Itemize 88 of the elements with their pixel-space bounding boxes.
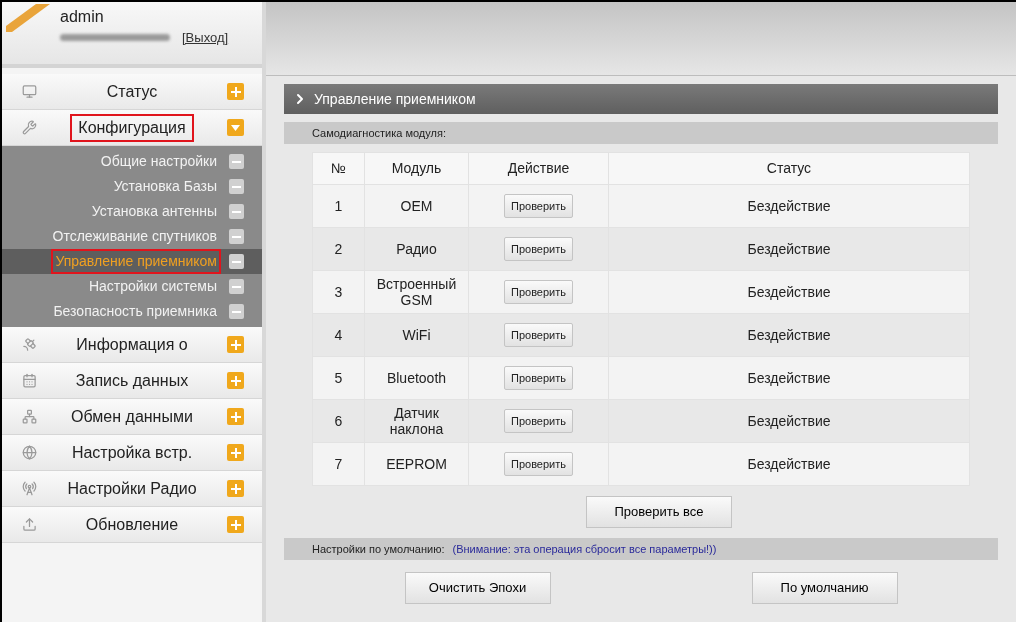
monitor-icon — [22, 84, 37, 99]
collapse-icon[interactable] — [229, 254, 244, 269]
expanded-icon[interactable] — [227, 119, 244, 136]
logout-link[interactable]: [Выход] — [182, 28, 229, 48]
ribbon-icon — [6, 4, 50, 32]
action-button[interactable]: По умолчанию — [751, 572, 898, 604]
expand-icon[interactable] — [227, 480, 244, 497]
check-button[interactable]: Проверить — [504, 409, 573, 433]
collapse-icon[interactable] — [229, 204, 244, 219]
submenu-label: Отслеживание спутников — [51, 227, 218, 246]
submenu-label: Настройки системы — [87, 277, 218, 296]
column-header: Действие — [468, 152, 609, 185]
expand-icon[interactable] — [227, 372, 244, 389]
menu-item[interactable]: Информация о — [2, 327, 262, 363]
menu-item[interactable]: Обмен данными — [2, 399, 262, 435]
check-all-button[interactable]: Проверить все — [586, 496, 732, 528]
table-cell: Бездействие — [608, 313, 970, 357]
menu-item[interactable]: Настройка встр. — [2, 435, 262, 471]
column-header: № — [312, 152, 365, 185]
expand-icon[interactable] — [227, 408, 244, 425]
check-button[interactable]: Проверить — [504, 280, 573, 304]
section-title: Настройки по умолчанию: — [312, 541, 445, 557]
submenu-label: Общие настройки — [99, 152, 218, 171]
menu-item[interactable]: Настройки Радио — [2, 471, 262, 507]
menu-label: Обмен данными — [70, 406, 194, 427]
table-cell: Бездействие — [608, 356, 970, 400]
satellite-icon — [22, 337, 37, 352]
table-cell: Бездействие — [608, 442, 970, 486]
collapse-icon[interactable] — [229, 229, 244, 244]
check-button[interactable]: Проверить — [504, 452, 573, 476]
table-cell: 1 — [312, 184, 365, 228]
table-cell: EEPROM — [364, 442, 469, 486]
table-cell: Бездействие — [608, 399, 970, 443]
submenu-label: Безопасность приемника — [52, 302, 218, 321]
page-title: Управление приемником — [314, 89, 476, 109]
menu-item[interactable]: Обновление — [2, 507, 262, 543]
table-cell: Встроенный GSM — [364, 270, 469, 314]
table-cell: Бездействие — [608, 270, 970, 314]
check-button[interactable]: Проверить — [504, 366, 573, 390]
calendar-icon — [22, 373, 37, 388]
menu-item[interactable]: Статус — [2, 74, 262, 110]
collapse-icon[interactable] — [229, 304, 244, 319]
table-cell: Бездействие — [608, 184, 970, 228]
table-cell: 5 — [312, 356, 365, 400]
table-cell: Датчик наклона — [364, 399, 469, 443]
submenu-label: Установка антенны — [90, 202, 218, 221]
upload-icon — [22, 517, 37, 532]
collapse-icon[interactable] — [229, 154, 244, 169]
table-cell: Бездействие — [608, 227, 970, 271]
user-name: admin — [60, 8, 105, 26]
menu-item[interactable]: Запись данных — [2, 363, 262, 399]
expand-icon[interactable] — [227, 83, 244, 100]
menu-label: Конфигурация — [72, 115, 192, 140]
globe-icon — [22, 445, 37, 460]
section-title: Самодиагностика модуля: — [312, 125, 446, 141]
action-button[interactable]: Очистить Эпохи — [404, 572, 551, 604]
tower-icon — [22, 481, 37, 496]
table-cell: Bluetooth — [364, 356, 469, 400]
table-cell: Радио — [364, 227, 469, 271]
menu-label: Обновление — [84, 514, 180, 535]
check-button[interactable]: Проверить — [504, 194, 573, 218]
table-cell: 7 — [312, 442, 365, 486]
check-button[interactable]: Проверить — [504, 323, 573, 347]
column-header: Статус — [608, 152, 970, 185]
warning-text: (Внимание: эта операция сбросит все параметры!)) — [452, 541, 717, 557]
menu-label: Запись данных — [74, 370, 190, 391]
collapse-icon[interactable] — [229, 279, 244, 294]
submenu-label: Установка Базы — [112, 177, 218, 196]
table-cell: 2 — [312, 227, 365, 271]
table-cell: WiFi — [364, 313, 469, 357]
network-icon — [22, 409, 37, 424]
menu-item[interactable]: Конфигурация — [2, 110, 262, 146]
submenu-label: Управление приемником — [53, 251, 219, 272]
table-cell: OEM — [364, 184, 469, 228]
menu-label: Настройка встр. — [70, 442, 194, 463]
expand-icon[interactable] — [227, 516, 244, 533]
table-cell: 3 — [312, 270, 365, 314]
check-button[interactable]: Проверить — [504, 237, 573, 261]
expand-icon[interactable] — [227, 444, 244, 461]
menu-label: Статус — [105, 81, 159, 102]
table-cell: 6 — [312, 399, 365, 443]
collapse-icon[interactable] — [229, 179, 244, 194]
menu-label: Настройки Радио — [66, 478, 198, 499]
column-header: Модуль — [364, 152, 469, 185]
expand-icon[interactable] — [227, 336, 244, 353]
table-cell: 4 — [312, 313, 365, 357]
menu-label: Информация о — [75, 334, 189, 355]
tools-icon — [22, 120, 37, 135]
